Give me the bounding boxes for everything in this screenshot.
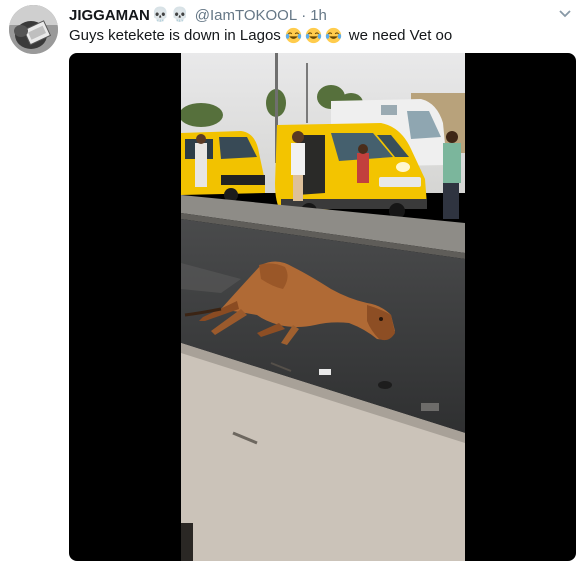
emoji-group: [285, 27, 345, 44]
tweet[interactable]: JIGGAMAN 💀 💀 @IamTOKOOL · 1h Guys keteke…: [0, 0, 581, 565]
separator-dot: ·: [301, 6, 307, 24]
tweet-text: Guys ketekete is down in Lagos we need V…: [69, 25, 452, 45]
tweet-text-after: we need Vet oo: [348, 26, 453, 44]
chevron-down-icon[interactable]: [557, 7, 573, 21]
tears-of-joy-icon: [285, 27, 301, 43]
timestamp[interactable]: 1h: [310, 7, 327, 24]
tears-of-joy-icon: [325, 27, 341, 43]
tweet-header: JIGGAMAN 💀 💀 @IamTOKOOL · 1h: [69, 6, 327, 24]
video-frame: [181, 53, 465, 561]
user-handle[interactable]: @IamTOKOOL: [195, 7, 297, 24]
tweet-text-before: Guys ketekete is down in Lagos: [69, 26, 281, 44]
avatar-image: [9, 5, 58, 54]
avatar[interactable]: [9, 5, 58, 54]
display-name[interactable]: JIGGAMAN: [69, 7, 150, 24]
skull-icon: 💀: [151, 7, 170, 23]
tweet-video[interactable]: [69, 53, 576, 561]
tears-of-joy-icon: [305, 27, 321, 43]
skull-icon: 💀: [171, 7, 189, 23]
